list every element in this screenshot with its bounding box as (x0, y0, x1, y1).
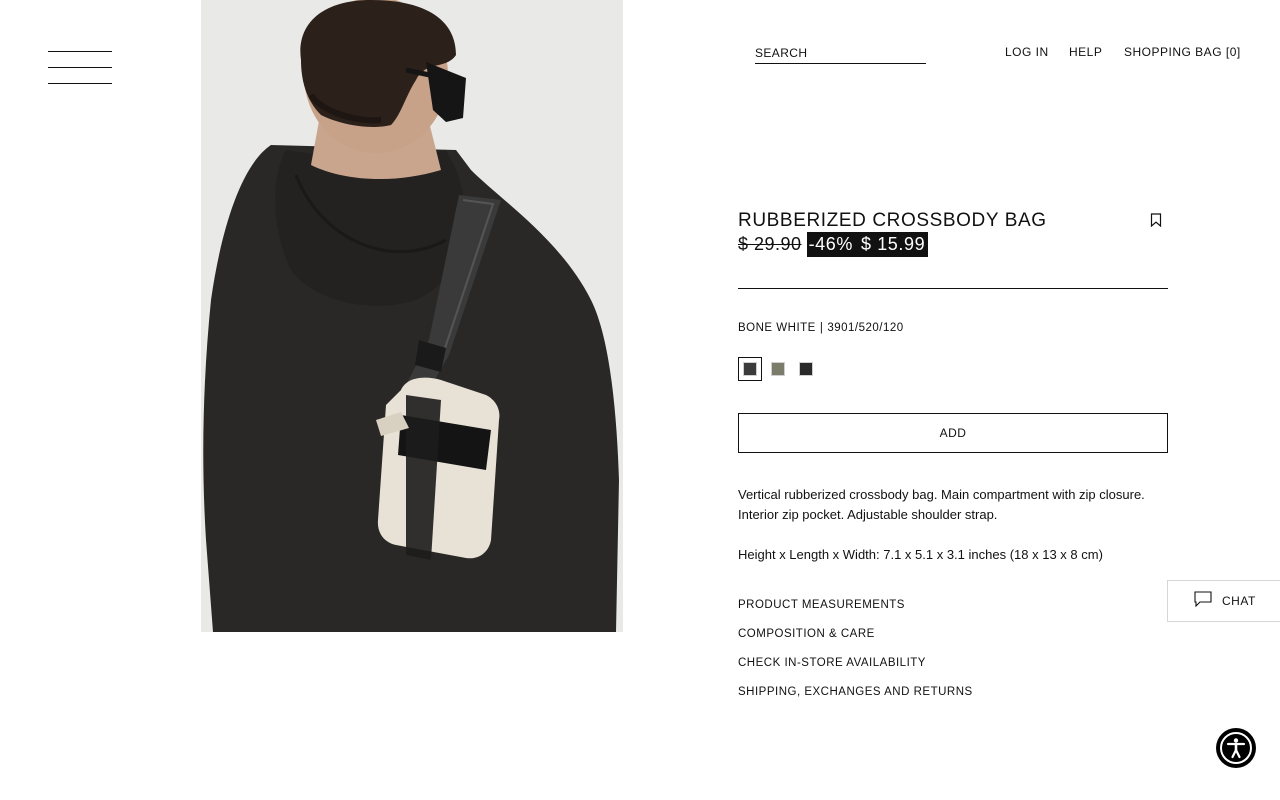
swatch-chip (743, 362, 757, 376)
menu-line (48, 67, 112, 68)
color-reference: BONE WHITE | 3901/520/120 (738, 322, 904, 334)
accessibility-icon[interactable] (1216, 728, 1256, 768)
product-description: Vertical rubberized crossbody bag. Main … (738, 487, 1145, 522)
product-photo-illustration (201, 0, 623, 632)
chat-button[interactable]: CHAT (1167, 580, 1280, 622)
color-swatch[interactable] (794, 357, 818, 381)
product-measurements-link[interactable]: PRODUCT MEASUREMENTS (738, 599, 905, 611)
shopping-bag-link[interactable]: SHOPPING BAG [0] (1124, 45, 1241, 59)
swatch-chip (771, 362, 785, 376)
product-image[interactable] (201, 0, 623, 632)
product-reference: 3901/520/120 (827, 322, 904, 334)
login-link[interactable]: LOG IN (1005, 45, 1049, 59)
composition-care-link[interactable]: COMPOSITION & CARE (738, 628, 875, 640)
chat-bubble-icon (1194, 590, 1212, 612)
chat-label: CHAT (1222, 594, 1256, 608)
bookmark-icon[interactable] (1150, 213, 1162, 228)
sale-price-badge: -46% $ 15.99 (806, 232, 929, 257)
hamburger-menu-icon[interactable] (48, 51, 112, 85)
separator: | (819, 322, 824, 334)
store-availability-link[interactable]: CHECK IN-STORE AVAILABILITY (738, 657, 926, 669)
help-link[interactable]: HELP (1069, 45, 1102, 59)
color-swatches (738, 357, 818, 381)
search-field[interactable] (755, 44, 926, 64)
discount-percent: -46% (808, 234, 853, 254)
color-name: BONE WHITE (738, 322, 816, 334)
swatch-chip (799, 362, 813, 376)
price-block: $ 29.90 -46% $ 15.99 (738, 232, 929, 257)
search-input[interactable] (755, 44, 926, 62)
menu-line (48, 83, 112, 84)
product-dimensions: Height x Length x Width: 7.1 x 5.1 x 3.1… (738, 547, 1103, 562)
color-swatch[interactable] (766, 357, 790, 381)
original-price: $ 29.90 (738, 234, 802, 254)
product-title: RUBBERIZED CROSSBODY BAG (738, 210, 1047, 231)
shipping-returns-link[interactable]: SHIPPING, EXCHANGES AND RETURNS (738, 686, 973, 698)
add-to-bag-button[interactable]: ADD (738, 413, 1168, 453)
color-swatch[interactable] (738, 357, 762, 381)
sale-price: $ 15.99 (860, 234, 926, 254)
menu-line (48, 51, 112, 52)
divider (738, 288, 1168, 289)
